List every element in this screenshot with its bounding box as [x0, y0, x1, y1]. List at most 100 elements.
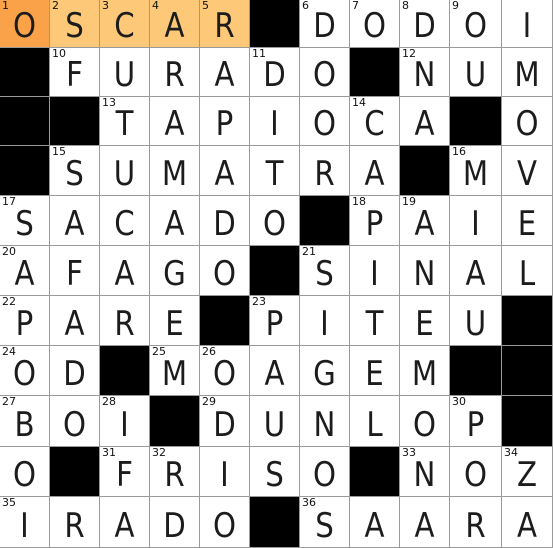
grid-cell[interactable]: 34 Z	[502, 447, 553, 497]
grid-cell[interactable]: U	[100, 48, 150, 97]
grid-cell[interactable]: 14 C	[350, 97, 400, 146]
grid-cell[interactable]: 5R	[200, 0, 250, 48]
grid-cell[interactable]: 15 S	[50, 146, 100, 196]
grid-cell[interactable]: A	[150, 196, 200, 246]
grid-cell[interactable]: M	[150, 146, 200, 196]
grid-cell[interactable]: I	[200, 447, 250, 497]
grid-cell[interactable]: A	[400, 97, 450, 146]
grid-cell[interactable]: 35 I	[0, 497, 50, 548]
grid-cell[interactable]: A	[100, 246, 150, 296]
grid-cell[interactable]: 1O	[0, 0, 50, 48]
grid-cell[interactable]: 16 M	[450, 146, 502, 196]
grid-cell[interactable]: 24 O	[0, 346, 50, 396]
grid-cell[interactable]: O	[50, 396, 100, 447]
grid-cell[interactable]: O	[502, 97, 553, 146]
grid-cell[interactable]: 3C	[100, 0, 150, 48]
grid-cell[interactable]: R	[100, 296, 150, 346]
grid-cell[interactable]: E	[150, 296, 200, 346]
grid-cell[interactable]: F	[50, 246, 100, 296]
grid-cell[interactable]: O	[250, 196, 300, 246]
grid-cell[interactable]: O	[400, 396, 450, 447]
grid-cell[interactable]: 19 A	[400, 196, 450, 246]
grid-cell[interactable]: R	[150, 48, 200, 97]
grid-cell[interactable]: V	[502, 146, 553, 196]
grid-cell[interactable]: R	[450, 497, 502, 548]
grid-cell[interactable]: O	[200, 497, 250, 548]
grid-cell[interactable]: A	[50, 196, 100, 246]
grid-cell[interactable]: U	[250, 396, 300, 447]
grid-cell[interactable]: G	[300, 346, 350, 396]
grid-cell[interactable]: U	[100, 146, 150, 196]
grid-cell[interactable]: O	[0, 447, 50, 497]
grid-cell[interactable]: 18 P	[350, 196, 400, 246]
grid-cell[interactable]: 25 M	[150, 346, 200, 396]
grid-cell[interactable]: 29 D	[200, 396, 250, 447]
grid-cell[interactable]: 33 N	[400, 447, 450, 497]
grid-cell[interactable]: A	[450, 246, 502, 296]
grid-cell[interactable]: D	[150, 497, 200, 548]
grid-cell[interactable]: N	[300, 396, 350, 447]
grid-cell[interactable]: 22 P	[0, 296, 50, 346]
grid-cell[interactable]: L	[502, 246, 553, 296]
grid-cell[interactable]: 28 I	[100, 396, 150, 447]
grid-cell[interactable]: 26 O	[200, 346, 250, 396]
grid-cell[interactable]: I	[250, 97, 300, 146]
grid-cell[interactable]: E	[400, 296, 450, 346]
grid-cell[interactable]: 21 S	[300, 246, 350, 296]
grid-cell[interactable]: 12 N	[400, 48, 450, 97]
grid-cell[interactable]: 6D	[300, 0, 350, 48]
grid-cell[interactable]: 4A	[150, 0, 200, 48]
grid-cell[interactable]: A	[400, 497, 450, 548]
grid-cell[interactable]: D	[200, 196, 250, 246]
grid-cell[interactable]: I	[350, 246, 400, 296]
grid-cell[interactable]: A	[350, 497, 400, 548]
grid-cell[interactable]: G	[150, 246, 200, 296]
grid-cell[interactable]: A	[200, 48, 250, 97]
grid-cell[interactable]: 7O	[350, 0, 400, 48]
grid-cell[interactable]: T	[250, 146, 300, 196]
grid-cell[interactable]: C	[100, 196, 150, 246]
grid-cell[interactable]: P	[200, 97, 250, 146]
grid-cell[interactable]: 9O	[450, 0, 502, 48]
grid-cell[interactable]: 32 R	[150, 447, 200, 497]
grid-cell[interactable]: 27 B	[0, 396, 50, 447]
grid-cell[interactable]: 13 T	[100, 97, 150, 146]
grid-cell[interactable]: 11 D	[250, 48, 300, 97]
grid-cell[interactable]: O	[450, 447, 502, 497]
grid-cell[interactable]: T	[350, 296, 400, 346]
grid-cell[interactable]: N	[400, 246, 450, 296]
grid-cell[interactable]: I	[450, 196, 502, 246]
grid-cell[interactable]: 20 A	[0, 246, 50, 296]
grid-cell[interactable]: A	[50, 296, 100, 346]
grid-cell[interactable]: M	[502, 48, 553, 97]
grid-cell[interactable]: R	[300, 146, 350, 196]
grid-cell[interactable]: E	[350, 346, 400, 396]
grid-cell[interactable]: A	[200, 146, 250, 196]
grid-cell[interactable]: O	[300, 447, 350, 497]
grid-cell[interactable]: L	[350, 396, 400, 447]
grid-cell[interactable]: R	[50, 497, 100, 548]
grid-cell[interactable]: A	[250, 346, 300, 396]
grid-cell[interactable]: A	[150, 97, 200, 146]
grid-cell[interactable]: U	[450, 296, 502, 346]
grid-cell[interactable]: 30 P	[450, 396, 502, 447]
grid-cell[interactable]: I	[300, 296, 350, 346]
grid-cell[interactable]: O	[200, 246, 250, 296]
grid-cell[interactable]: 23 P	[250, 296, 300, 346]
grid-cell[interactable]: 8D	[400, 0, 450, 48]
grid-cell[interactable]: 2S	[50, 0, 100, 48]
grid-cell[interactable]: 31 F	[100, 447, 150, 497]
grid-cell[interactable]: 36 S	[300, 497, 350, 548]
grid-cell[interactable]: O	[300, 97, 350, 146]
grid-cell[interactable]: A	[100, 497, 150, 548]
grid-cell[interactable]: O	[300, 48, 350, 97]
grid-cell[interactable]: I	[502, 0, 553, 48]
grid-cell[interactable]: D	[50, 346, 100, 396]
grid-cell[interactable]: 10 F	[50, 48, 100, 97]
grid-cell[interactable]: A	[502, 497, 553, 548]
grid-cell[interactable]: A	[350, 146, 400, 196]
grid-cell[interactable]: S	[250, 447, 300, 497]
grid-cell[interactable]: E	[502, 196, 553, 246]
grid-cell[interactable]: 17 S	[0, 196, 50, 246]
grid-cell[interactable]: U	[450, 48, 502, 97]
